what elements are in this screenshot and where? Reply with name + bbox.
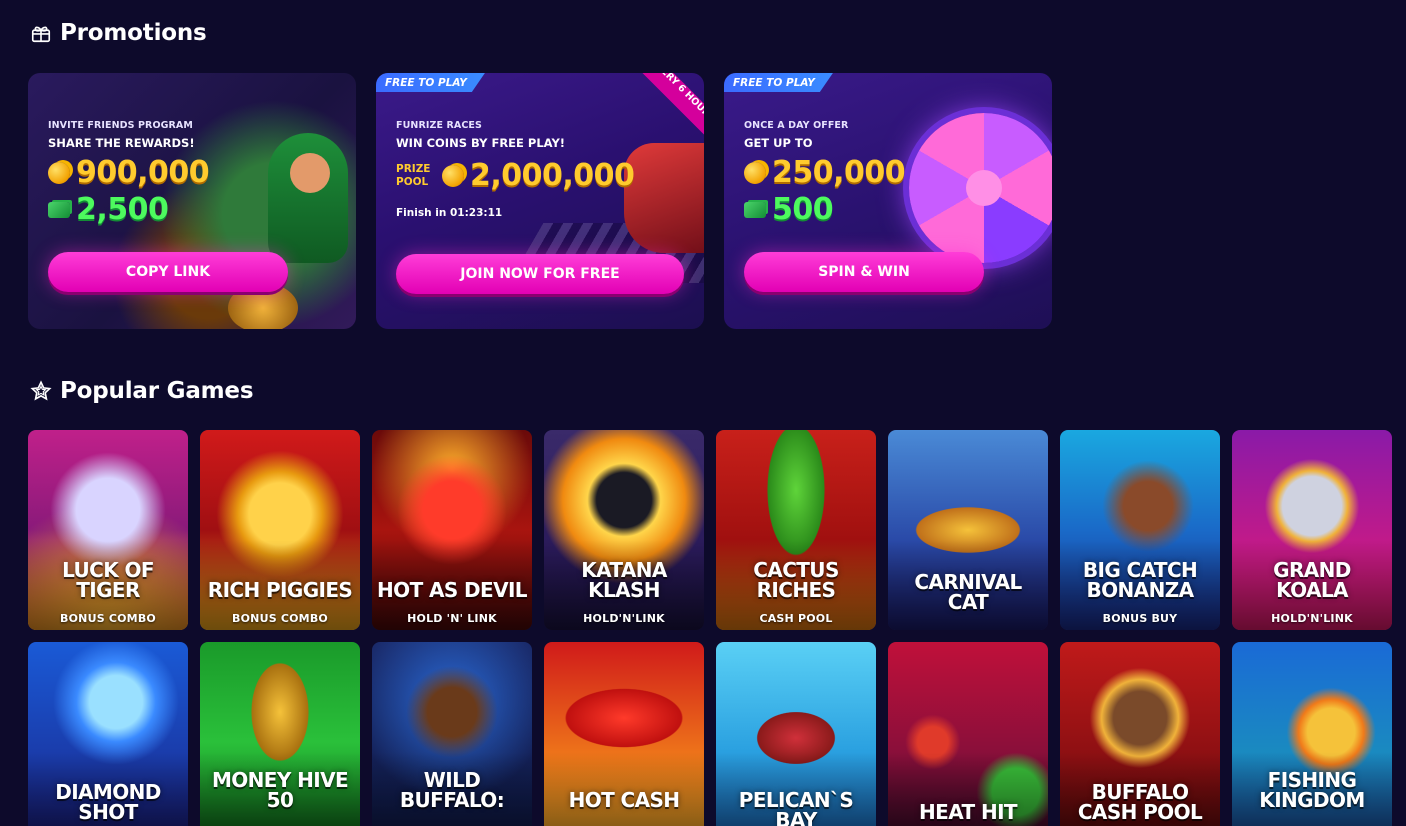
star-icon — [30, 380, 52, 401]
game-tile-hot-as-devil[interactable]: HOT AS DEVIL HOLD 'N' LINK — [372, 430, 532, 630]
finish-label: Finish in — [396, 207, 447, 219]
game-tag: BONUS COMBO — [232, 612, 328, 625]
game-tag: HOLD 'N' LINK — [407, 612, 497, 625]
cash-icon — [744, 201, 766, 218]
game-tile-money-hive-50[interactable]: MONEY HIVE 50 — [200, 642, 360, 826]
promo-card-invite[interactable]: INVITE FRIENDS PROGRAM SHARE THE REWARDS… — [28, 73, 356, 329]
game-tag: BONUS COMBO — [60, 612, 156, 625]
game-tile-cactus-riches[interactable]: CACTUS RICHES CASH POOL — [716, 430, 876, 630]
promo-headline: WIN COINS BY FREE PLAY! — [396, 136, 566, 150]
cash-icon — [48, 201, 70, 218]
game-title: CACTUS RICHES — [753, 558, 839, 602]
promo-card-races[interactable]: FREE TO PLAY EVERY 6 HOURS FUNRIZE RACES… — [376, 73, 704, 329]
spin-and-win-button[interactable]: SPIN & WIN — [744, 252, 984, 292]
game-tile-katana-klash[interactable]: KATANA KLASH HOLD'N'LINK — [544, 430, 704, 630]
game-tag: HOLD'N'LINK — [1271, 612, 1353, 625]
popular-games-title: Popular Games — [60, 378, 254, 404]
prize-pool-amount: 2,000,000 — [470, 158, 635, 193]
game-title: BUFFALO CASH POOL — [1077, 780, 1203, 824]
game-tile-hot-cash[interactable]: HOT CASH — [544, 642, 704, 826]
game-tile-heat-hit[interactable]: HEAT HIT — [888, 642, 1048, 826]
game-title: FISHING KINGDOM — [1259, 768, 1365, 812]
game-title: HOT AS DEVIL — [377, 578, 528, 602]
promo-headline: SHARE THE REWARDS! — [48, 136, 195, 150]
free-to-play-badge: FREE TO PLAY — [724, 73, 833, 92]
game-tag: HOLD'N'LINK — [583, 612, 665, 625]
game-title: PELICAN`S BAY — [738, 788, 854, 826]
promo-headline: GET UP TO — [744, 136, 813, 150]
game-title: KATANA KLASH — [581, 558, 667, 602]
promo-coins-amount: 250,000 — [772, 155, 906, 190]
prize-pool-label: PRIZE POOL — [396, 162, 431, 188]
coins-icon — [48, 161, 70, 184]
free-to-play-badge: FREE TO PLAY — [376, 73, 485, 92]
gift-icon — [31, 26, 51, 43]
promo-cash-amount: 2,500 — [76, 192, 169, 227]
game-tile-big-catch-bonanza[interactable]: BIG CATCH BONANZA BONUS BUY — [1060, 430, 1220, 630]
game-tile-pelicans-bay[interactable]: PELICAN`S BAY — [716, 642, 876, 826]
game-title: MONEY HIVE 50 — [211, 768, 349, 812]
game-tag: CASH POOL — [759, 612, 833, 625]
finish-time: 01:23:11 — [449, 207, 503, 219]
game-tile-wild-buffalo[interactable]: WILD BUFFALO: — [372, 642, 532, 826]
game-title: GRAND KOALA — [1273, 558, 1351, 602]
game-tile-grand-koala[interactable]: GRAND KOALA HOLD'N'LINK — [1232, 430, 1392, 630]
coins-icon — [442, 164, 464, 187]
promo-cash-amount: 500 — [772, 192, 834, 227]
game-title: RICH PIGGIES — [207, 578, 353, 602]
game-title: WILD BUFFALO: — [399, 768, 505, 812]
promo-eyebrow: FUNRIZE RACES — [396, 120, 482, 131]
game-tile-diamond-shot[interactable]: DIAMOND SHOT — [28, 642, 188, 826]
game-tag: BONUS BUY — [1102, 612, 1178, 625]
game-tile-fishing-kingdom[interactable]: FISHING KINGDOM — [1232, 642, 1392, 826]
promo-coins-amount: 900,000 — [76, 155, 210, 190]
game-title: DIAMOND SHOT — [55, 780, 161, 824]
promotions-title: Promotions — [60, 20, 207, 46]
game-tile-carnival-cat[interactable]: CARNIVAL CAT — [888, 430, 1048, 630]
promo-eyebrow: INVITE FRIENDS PROGRAM — [48, 120, 193, 131]
coins-icon — [744, 161, 766, 184]
game-tile-luck-of-tiger[interactable]: LUCK OF TIGER BONUS COMBO — [28, 430, 188, 630]
game-title: CARNIVAL CAT — [914, 570, 1022, 614]
promo-card-daily-wheel[interactable]: FREE TO PLAY ONCE A DAY OFFER GET UP TO … — [724, 73, 1052, 329]
popular-games-heading: Popular Games — [30, 378, 254, 404]
game-title: HOT CASH — [568, 788, 680, 812]
race-timer: Finish in 01:23:11 — [396, 207, 684, 219]
copy-link-button[interactable]: COPY LINK — [48, 252, 288, 292]
promotions-heading: Promotions — [30, 20, 207, 46]
game-title: BIG CATCH BONANZA — [1082, 558, 1198, 602]
game-tile-buffalo-cash-pool[interactable]: BUFFALO CASH POOL — [1060, 642, 1220, 826]
promo-eyebrow: ONCE A DAY OFFER — [744, 120, 849, 131]
game-tile-rich-piggies[interactable]: RICH PIGGIES BONUS COMBO — [200, 430, 360, 630]
join-now-button[interactable]: JOIN NOW FOR FREE — [396, 254, 684, 294]
game-title: LUCK OF TIGER — [62, 558, 154, 602]
game-title: HEAT HIT — [919, 800, 1018, 824]
